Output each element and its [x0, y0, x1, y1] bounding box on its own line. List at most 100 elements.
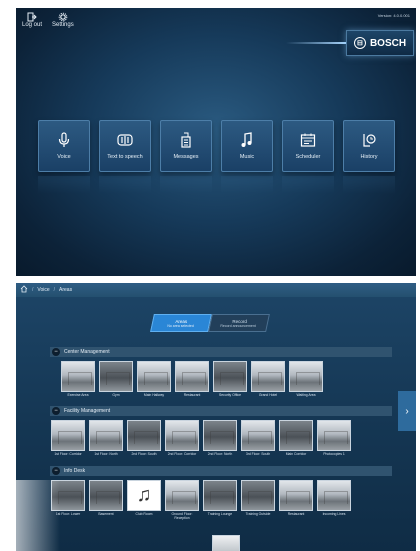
messages-tile[interactable]: Messages	[160, 120, 212, 172]
area-label: Restaurant	[287, 512, 305, 516]
logout-button[interactable]: Log out	[22, 12, 42, 28]
area-tile[interactable]: Main Corridor	[278, 420, 314, 457]
version-text: Version: 4.0.0.001	[377, 13, 410, 18]
area-tile[interactable]: Security Office	[212, 361, 248, 398]
area-label: Ground Floor: Reception	[171, 512, 193, 520]
area-label: 3rd Floor: South	[245, 452, 271, 456]
area-tile[interactable]: Basement	[88, 480, 124, 520]
chevron-right-icon: ›	[405, 405, 409, 417]
area-tile[interactable]: ♫ Club Room	[126, 480, 162, 520]
area-photo	[213, 361, 247, 392]
area-tile[interactable]: Grand Hotel	[250, 361, 286, 398]
logout-label: Log out	[22, 22, 43, 28]
settings-button[interactable]: Settings	[52, 12, 74, 28]
area-tile[interactable]: Waiting Area	[288, 361, 324, 398]
area-tile[interactable]: Ground Floor: Reception	[164, 480, 200, 520]
area-label: 2nd Floor: South	[131, 452, 157, 456]
area-label: 2nd Floor: Corridor	[167, 452, 197, 456]
area-tile[interactable]: 2nd Floor: North	[202, 420, 238, 457]
voice-label: Voice	[57, 154, 71, 160]
area-label: Main Hallway	[143, 393, 165, 397]
area-photo	[175, 361, 209, 392]
area-tile[interactable]: 2nd Floor: Corridor	[164, 420, 200, 457]
breadcrumb-areas: Areas	[59, 287, 73, 293]
home-button[interactable]	[20, 285, 28, 295]
area-label: Club Room	[135, 512, 153, 516]
next-page-button[interactable]: ›	[398, 391, 416, 431]
collapse-icon[interactable]: −	[52, 407, 60, 415]
top-actions: Log out Settings	[22, 12, 74, 28]
area-tile[interactable]: Restaurant	[278, 480, 314, 520]
area-photo	[289, 361, 323, 392]
collapse-icon[interactable]: −	[52, 348, 60, 356]
area-tile[interactable]: Incoming Lines	[316, 480, 352, 520]
area-tile[interactable]: 1st Floor: North	[88, 420, 124, 457]
text-to-speech-tile[interactable]: Text to speech	[99, 120, 151, 172]
area-label: 1st Floor: North	[94, 452, 118, 456]
area-tile[interactable]: Gym	[98, 361, 134, 398]
areas-tab-sub: No area selected	[167, 323, 194, 328]
breadcrumb-voice[interactable]: Voice	[37, 287, 49, 293]
text-to-speech-label: Text to speech	[107, 154, 143, 160]
logo-glow	[286, 42, 346, 44]
area-photo	[279, 480, 313, 511]
area-tile[interactable]: 1st Floor: Corridor	[50, 420, 86, 457]
area-photo	[279, 420, 313, 451]
area-label: Incoming Lines	[322, 512, 346, 516]
mode-switch: Areas No area selected Record Record ann…	[150, 314, 270, 332]
area-photo	[241, 420, 275, 451]
areas-tab[interactable]: Areas No area selected	[150, 314, 212, 332]
breadcrumb-separator: /	[53, 287, 56, 293]
area-photo	[165, 480, 199, 511]
area-label: Restaurant	[183, 393, 201, 397]
screenshot-fade	[0, 480, 60, 551]
area-tile[interactable]: 2nd Floor: South	[126, 420, 162, 457]
group-title: Info Desk	[64, 468, 86, 474]
area-label: Grand Hotel	[258, 393, 278, 397]
area-label: Training Lounge	[207, 512, 233, 516]
area-group-info-desk: − Info Desk 1st Floor: Lower Basement ♫ C…	[50, 466, 392, 520]
area-photo	[137, 361, 171, 392]
area-label: Gym	[112, 393, 120, 397]
area-photo	[127, 420, 161, 451]
collapse-icon[interactable]: −	[52, 467, 60, 475]
area-label: Basement	[98, 512, 114, 516]
group-header[interactable]: − Center Management	[50, 347, 392, 357]
music-tile[interactable]: Music	[221, 120, 273, 172]
area-tile[interactable]: Training Lounge	[202, 480, 238, 520]
scheduler-tile[interactable]: Scheduler	[282, 120, 334, 172]
area-photo	[61, 361, 95, 392]
record-tab-sub: Record announcement	[220, 323, 257, 328]
area-photo	[203, 480, 237, 511]
group-header[interactable]: − Facility Management	[50, 406, 392, 416]
calendar-icon	[300, 133, 316, 147]
area-tile[interactable]: Photocopies 1	[316, 420, 352, 457]
main-tiles: Voice Text to speech Messages Music Sche…	[38, 120, 395, 172]
group-header[interactable]: − Info Desk	[50, 466, 392, 476]
area-tile[interactable]: Restaurant	[174, 361, 210, 398]
history-icon	[363, 134, 376, 147]
breadcrumb-separator: /	[32, 287, 34, 293]
area-tile[interactable]: Training Outside	[240, 480, 276, 520]
music-label: Music	[239, 154, 255, 160]
scheduler-label: Scheduler	[295, 154, 321, 160]
areas-screen: / Voice / Areas Areas No area selected R…	[16, 283, 416, 551]
record-tab[interactable]: Record Record announcement	[208, 314, 270, 332]
area-photo	[89, 480, 123, 511]
area-photo-partial[interactable]	[212, 535, 240, 551]
history-tile[interactable]: History	[343, 120, 395, 172]
area-photo	[51, 420, 85, 451]
area-photo	[317, 480, 351, 511]
area-group-center-management: − Center Management Exercise Area Gym Ma…	[50, 347, 392, 398]
area-list: Exercise Area Gym Main Hallway Restauran…	[50, 361, 392, 398]
record-tab-label: Record	[232, 318, 247, 324]
area-tile[interactable]: Main Hallway	[136, 361, 172, 398]
area-tile[interactable]: Exercise Area	[60, 361, 96, 398]
group-title: Facility Management	[64, 408, 111, 414]
area-photo	[241, 480, 275, 511]
music-note-icon	[241, 132, 252, 147]
area-photo	[165, 420, 199, 451]
area-label: Exercise Area	[67, 393, 89, 397]
voice-tile[interactable]: Voice	[38, 120, 90, 172]
area-tile[interactable]: 3rd Floor: South	[240, 420, 276, 457]
